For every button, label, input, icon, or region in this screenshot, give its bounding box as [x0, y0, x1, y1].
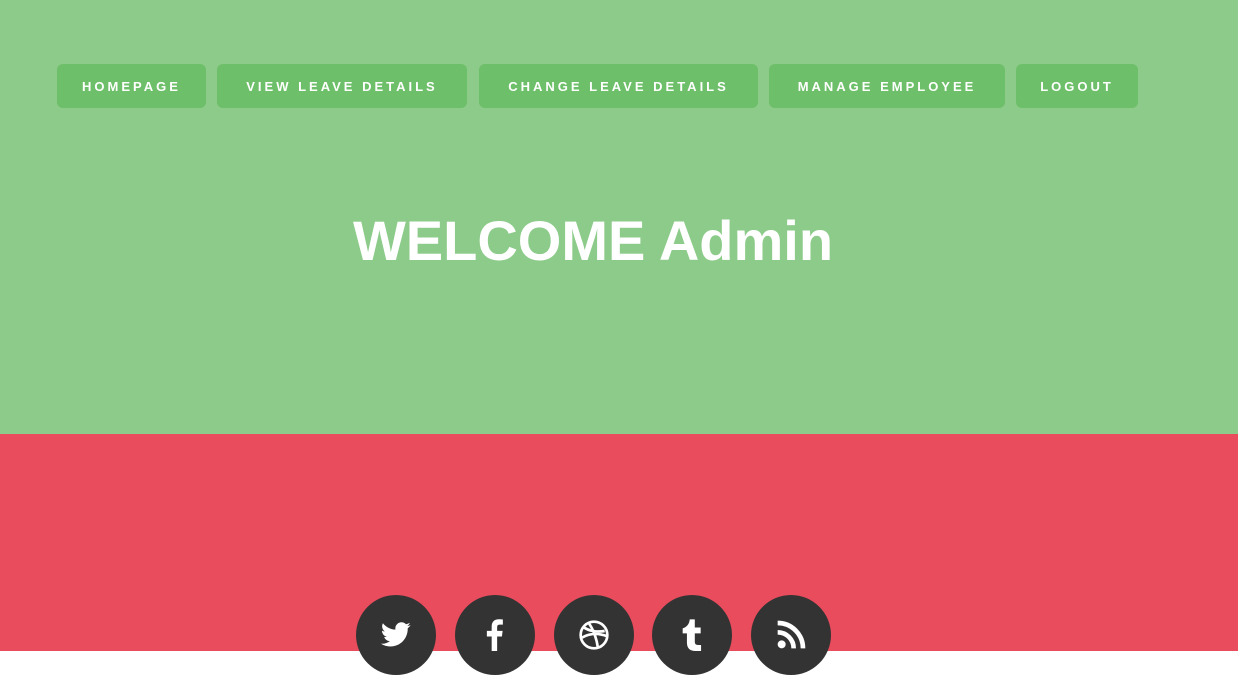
tumblr-link[interactable]: [652, 595, 732, 675]
nav-change-leave-details-button[interactable]: CHANGE LEAVE DETAILS: [479, 64, 758, 108]
nav-logout-button[interactable]: LOGOUT: [1016, 64, 1138, 108]
rss-icon: [777, 620, 806, 649]
welcome-heading: WELCOME Admin: [352, 209, 834, 272]
header-section: HOMEPAGE VIEW LEAVE DETAILS CHANGE LEAVE…: [0, 0, 1238, 434]
twitter-icon: [380, 622, 411, 647]
facebook-icon: [486, 619, 503, 651]
dribbble-link[interactable]: [554, 595, 634, 675]
nav-manage-employee-button[interactable]: MANAGE EMPLOYEE: [769, 64, 1005, 108]
twitter-link[interactable]: [356, 595, 436, 675]
nav-homepage-button[interactable]: HOMEPAGE: [57, 64, 206, 108]
rss-link[interactable]: [751, 595, 831, 675]
social-links: [0, 595, 1238, 675]
tumblr-icon: [682, 619, 702, 651]
facebook-link[interactable]: [455, 595, 535, 675]
nav-view-leave-details-button[interactable]: VIEW LEAVE DETAILS: [217, 64, 467, 108]
dribbble-icon: [579, 620, 609, 650]
